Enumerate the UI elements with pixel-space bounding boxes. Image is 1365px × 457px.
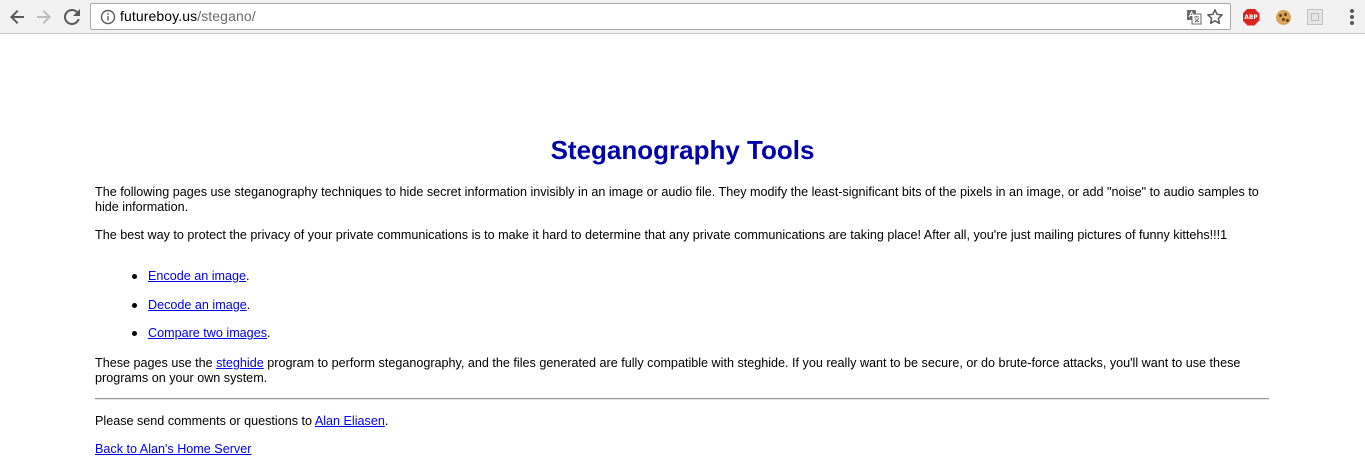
url-path: /stegano/: [197, 8, 256, 24]
address-bar[interactable]: futureboy.us/stegano/: [90, 3, 1231, 30]
adblock-plus-icon: ABP: [1242, 8, 1260, 26]
back-home-link[interactable]: Back to Alan's Home Server: [95, 442, 251, 456]
list-item: Decode an image.: [132, 298, 271, 327]
browser-menu-icon[interactable]: [1349, 9, 1355, 25]
cookie-extension-button[interactable]: [1273, 7, 1293, 27]
intro-paragraph: The following pages use steganography te…: [95, 185, 1259, 214]
steghide-link[interactable]: steghide: [216, 356, 264, 370]
divider: [95, 398, 1269, 400]
url-host: futureboy.us: [120, 8, 198, 24]
steghide-paragraph: These pages use the steghide program to …: [95, 356, 1241, 385]
privacy-paragraph: The best way to protect the privacy of y…: [95, 228, 1228, 242]
compare-images-link[interactable]: Compare two images: [148, 326, 267, 340]
tool-links-list: Encode an image. Decode an image. Compar…: [95, 269, 271, 355]
info-icon[interactable]: [100, 9, 116, 25]
adblock-plus-button[interactable]: ABP: [1241, 7, 1261, 27]
url-text[interactable]: futureboy.us/stegano/: [120, 4, 256, 29]
extension-icon: [1307, 9, 1323, 25]
encode-image-link[interactable]: Encode an image: [148, 269, 246, 283]
list-item: Compare two images.: [132, 326, 271, 355]
alan-eliasen-link[interactable]: Alan Eliasen: [315, 414, 385, 428]
cookie-icon: [1275, 9, 1291, 25]
bookmark-star-icon[interactable]: [1206, 8, 1224, 26]
forward-button[interactable]: [32, 5, 56, 29]
decode-image-link[interactable]: Decode an image: [148, 298, 247, 312]
back-button[interactable]: [5, 5, 29, 29]
arrow-right-icon: [37, 10, 51, 24]
browser-toolbar: futureboy.us/stegano/ ABP: [0, 0, 1365, 34]
extension-button[interactable]: [1305, 7, 1325, 27]
list-item: Encode an image.: [132, 269, 271, 298]
contact-paragraph: Please send comments or questions to Ala…: [95, 414, 389, 428]
translate-icon[interactable]: [1186, 9, 1202, 25]
reload-button[interactable]: [60, 5, 84, 29]
reload-icon: [64, 9, 80, 25]
arrow-left-icon: [10, 10, 24, 24]
page-title: Steganography Tools: [550, 135, 815, 165]
